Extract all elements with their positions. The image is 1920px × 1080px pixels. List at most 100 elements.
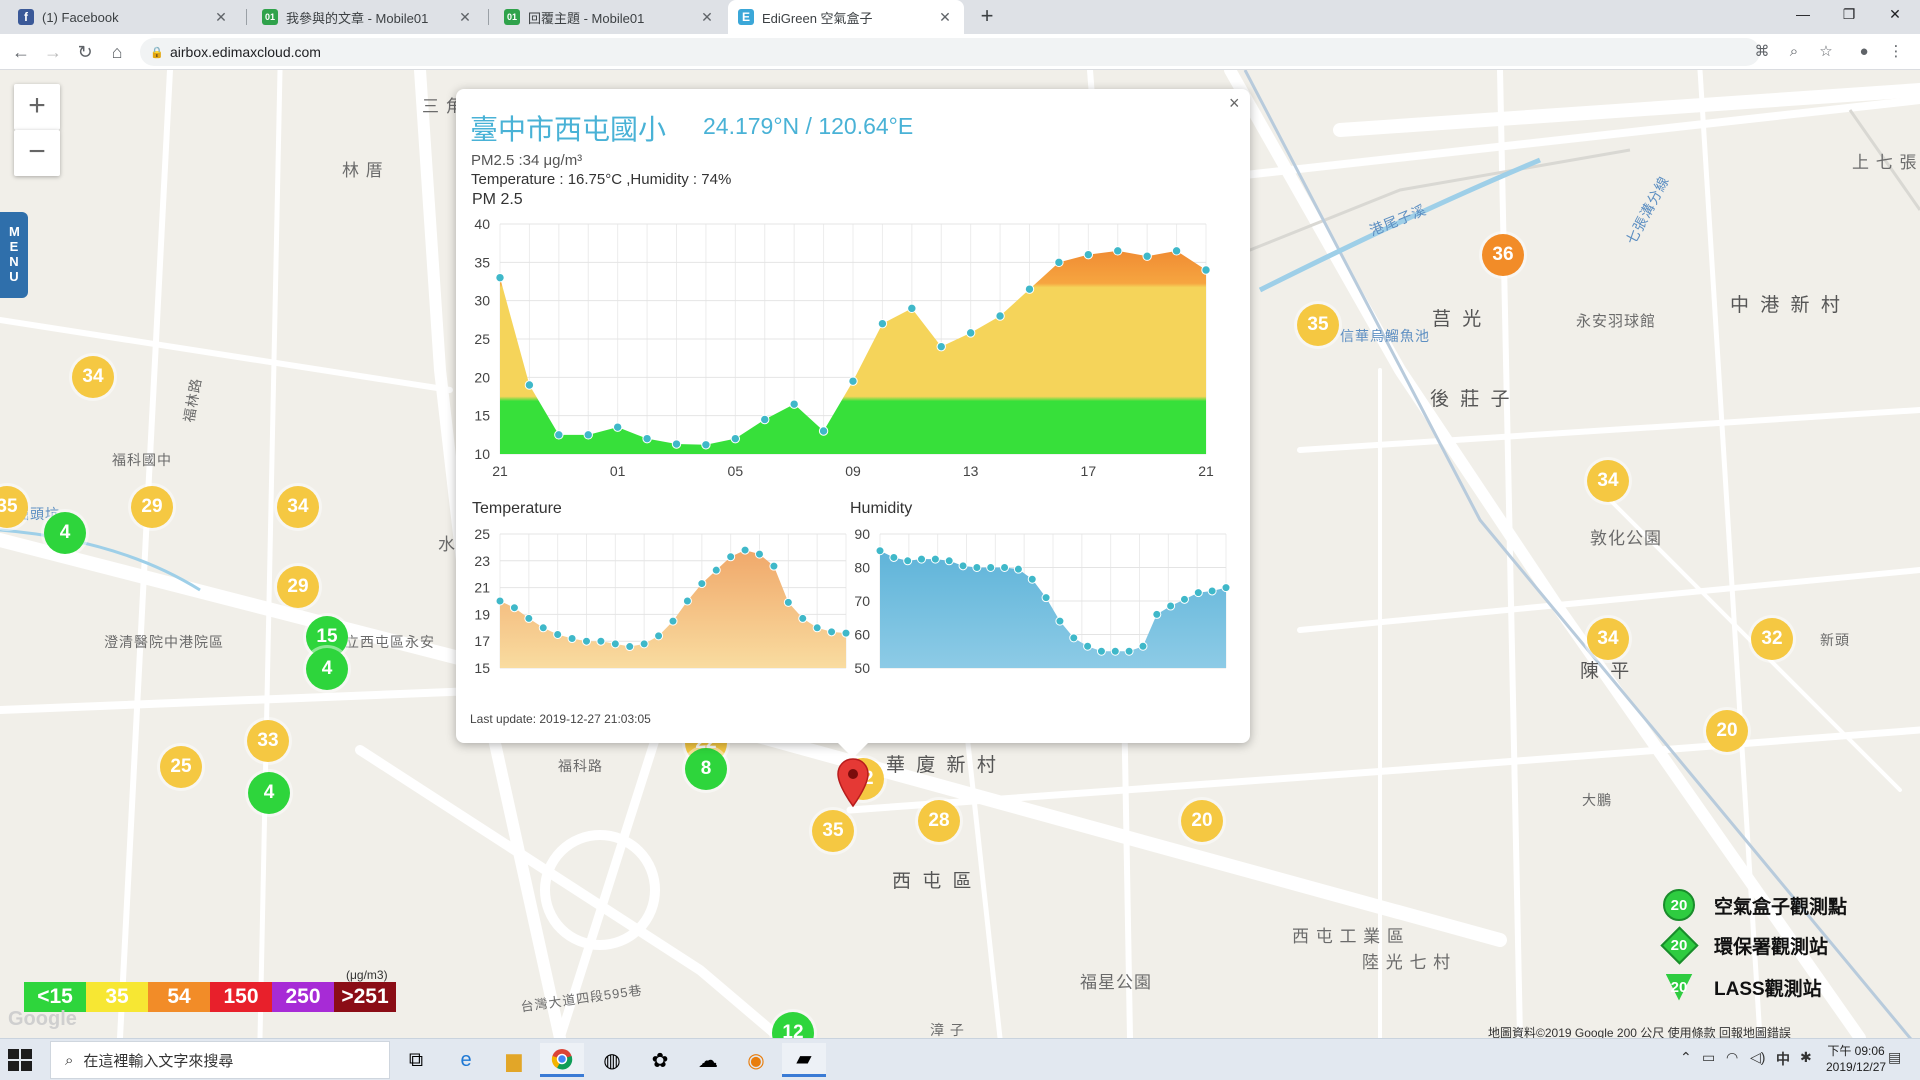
sensor-marker[interactable]: 20 — [1181, 800, 1223, 842]
close-icon[interactable]: × — [1229, 93, 1240, 114]
tab-facebook[interactable]: f (1) Facebook ✕ — [8, 0, 240, 34]
scale-unit: (μg/m3) — [346, 968, 388, 982]
station-value: 20 — [1670, 978, 1688, 996]
sensor-marker[interactable]: 35 — [1297, 304, 1339, 346]
x-tick-label: 21 — [1198, 463, 1214, 479]
station-legend-airbox[interactable]: 20 空氣盒子觀測點 — [1660, 886, 1847, 924]
minimize-button[interactable]: — — [1780, 0, 1826, 30]
file-explorer-icon[interactable]: ▆ — [492, 1043, 536, 1077]
sensor-marker[interactable]: 36 — [1482, 234, 1524, 276]
taskbar-search-input[interactable]: ⌕ 在這裡輸入文字來搜尋 — [50, 1041, 390, 1079]
sensor-marker[interactable]: 4 — [306, 648, 348, 690]
home-icon[interactable]: ⌂ — [104, 39, 130, 65]
y-tick-label: 23 — [474, 553, 490, 569]
clock-date: 2019/12/27 — [1826, 1060, 1887, 1074]
sensor-marker[interactable]: 8 — [685, 748, 727, 790]
tab-edigreen[interactable]: E EdiGreen 空氣盒子 ✕ — [728, 0, 964, 34]
sensor-marker[interactable]: 28 — [918, 800, 960, 842]
menu-kebab-icon[interactable]: ⋮ — [1884, 40, 1908, 64]
blender-icon[interactable]: ◉ — [734, 1043, 778, 1077]
app-icon[interactable]: ◍ — [590, 1043, 634, 1077]
station-legend-epa[interactable]: 20 環保署觀測站 — [1659, 925, 1828, 965]
tab-bar: f (1) Facebook ✕ 01 我參與的文章 - Mobile01 ✕ … — [0, 0, 1920, 34]
battery-icon[interactable]: ▭ — [1702, 1049, 1715, 1066]
sensor-marker[interactable]: 4 — [248, 772, 290, 814]
forward-icon[interactable]: → — [40, 39, 66, 65]
sensor-marker[interactable]: 29 — [131, 486, 173, 528]
x-tick-label: 17 — [1081, 463, 1097, 479]
menu-tab-button[interactable]: MENU — [0, 212, 28, 298]
sensor-marker[interactable]: 34 — [1587, 618, 1629, 660]
sensor-marker[interactable]: 35 — [812, 810, 854, 852]
data-point — [1113, 246, 1123, 256]
sensor-marker[interactable]: 29 — [277, 566, 319, 608]
sensor-marker[interactable]: 25 — [160, 746, 202, 788]
windows-start-icon[interactable] — [8, 1049, 32, 1071]
data-point — [1083, 641, 1093, 651]
data-point — [612, 422, 623, 432]
data-point — [760, 414, 770, 425]
app-icon[interactable]: ✿ — [638, 1043, 682, 1077]
task-view-icon[interactable]: ⧉ — [394, 1043, 438, 1077]
translate-icon[interactable]: ⌘ — [1750, 40, 1774, 64]
map-label: 水 — [438, 535, 456, 554]
data-point — [495, 272, 505, 283]
station-legend-lass[interactable]: 20 LASS觀測站 — [1660, 968, 1822, 1006]
tab-close-icon[interactable]: ✕ — [936, 9, 954, 26]
sensor-marker[interactable]: 34 — [277, 486, 319, 528]
data-point — [697, 579, 707, 589]
data-point — [903, 556, 913, 566]
lock-icon: 🔒 — [150, 46, 164, 59]
chrome-icon[interactable] — [540, 1043, 584, 1077]
sensor-marker[interactable]: 34 — [1587, 460, 1629, 502]
data-point — [567, 634, 577, 644]
app-tray-icon[interactable]: ✱ — [1800, 1049, 1812, 1066]
back-icon[interactable]: ← — [8, 39, 34, 65]
app-icon[interactable]: ☁ — [686, 1043, 730, 1077]
zoom-out-button[interactable]: − — [14, 130, 60, 176]
reload-icon[interactable]: ↻ — [72, 39, 98, 65]
sensor-marker[interactable]: 32 — [1751, 618, 1793, 660]
zoom-in-button[interactable]: + — [14, 84, 60, 130]
bookmark-star-icon[interactable]: ☆ — [1814, 40, 1838, 64]
profile-icon[interactable]: ● — [1852, 40, 1876, 64]
taskbar-clock[interactable]: 下午 09:06 2019/12/27 — [1826, 1043, 1886, 1075]
address-bar[interactable]: 🔒 airbox.edimaxcloud.com — [140, 38, 1760, 66]
ime-indicator[interactable]: 中 — [1776, 1049, 1790, 1069]
map-attribution[interactable]: 地圖資料©2019 Google 200 公尺 使用條款 回報地圖錯誤 — [1488, 1024, 1791, 1038]
location-pin-icon[interactable] — [836, 758, 870, 808]
tab-mobile01-articles[interactable]: 01 我參與的文章 - Mobile01 ✕ — [252, 0, 484, 34]
tab-close-icon[interactable]: ✕ — [456, 9, 474, 26]
x-tick-label: 01 — [610, 463, 626, 479]
sensor-marker[interactable]: 20 — [1706, 710, 1748, 752]
wifi-icon[interactable]: ◠ — [1726, 1049, 1738, 1066]
sensor-marker[interactable]: 34 — [72, 356, 114, 398]
tab-close-icon[interactable]: ✕ — [698, 9, 716, 26]
data-point — [639, 639, 649, 649]
sensor-marker[interactable]: 33 — [247, 720, 289, 762]
new-tab-button[interactable]: + — [975, 5, 999, 29]
data-point — [671, 439, 682, 449]
edge-icon[interactable]: e — [444, 1043, 488, 1077]
map-label: 信華烏鰡魚池 — [1340, 328, 1430, 344]
restore-button[interactable]: ❐ — [1826, 0, 1872, 30]
sensor-marker[interactable]: 4 — [44, 512, 86, 554]
notification-icon[interactable]: ▤ — [1888, 1049, 1901, 1066]
volume-icon[interactable]: ◁) — [1750, 1049, 1765, 1066]
data-point — [668, 616, 678, 626]
data-point — [889, 552, 899, 562]
station-label: LASS觀測站 — [1714, 978, 1822, 1000]
data-point — [818, 426, 829, 436]
data-point — [1000, 563, 1010, 572]
data-point — [907, 303, 917, 314]
zoom-icon[interactable]: ⌕ — [1782, 40, 1806, 64]
app-icon[interactable]: ▰ — [782, 1043, 826, 1077]
menu-label: MENU — [9, 224, 20, 284]
tab-mobile01-reply[interactable]: 01 回覆主題 - Mobile01 ✕ — [494, 0, 726, 34]
data-point — [726, 552, 736, 562]
close-window-button[interactable]: ✕ — [1872, 0, 1918, 30]
tray-chevron-icon[interactable]: ⌃ — [1680, 1049, 1692, 1066]
data-point — [495, 596, 505, 606]
data-point — [1083, 249, 1094, 260]
tab-close-icon[interactable]: ✕ — [212, 9, 230, 26]
